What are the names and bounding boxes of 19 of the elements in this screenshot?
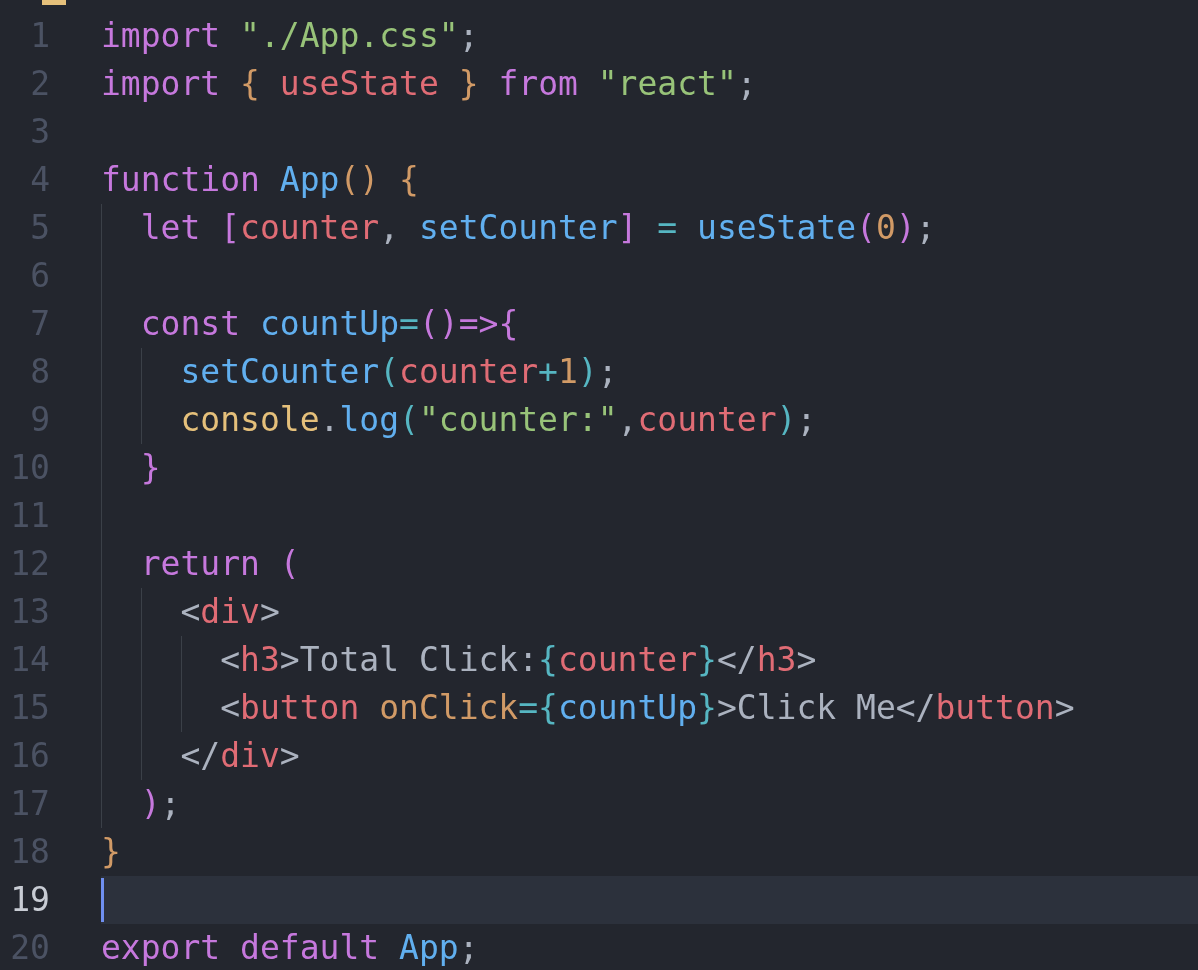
code-line: import { useState } from "react"; [101,64,757,103]
code-line: <button onClick={countUp}>Click Me</button> [219,688,1075,727]
line-number: 19 [9,879,50,921]
code-line: function App() { [101,160,419,199]
code-line: ); [139,784,181,823]
code-line: let [counter, setCounter] = useState(0); [139,208,936,247]
code-line: } [139,448,161,487]
code-line: export default App; [101,928,479,967]
code-line: import "./App.css"; [101,16,479,55]
code-line: <h3>Total Click:{counter}</h3> [219,640,817,679]
code-line: const countUp=()=>{ [139,304,519,343]
code-line: setCounter(counter+1); [179,352,618,391]
text-cursor [101,878,104,922]
code-line: return ( [139,544,300,583]
code-line: } [101,832,121,871]
code-line: </div> [179,736,300,775]
file-icon [42,0,66,5]
code-line: console.log("counter:",counter); [179,400,817,439]
code-line: <div> [179,592,280,631]
